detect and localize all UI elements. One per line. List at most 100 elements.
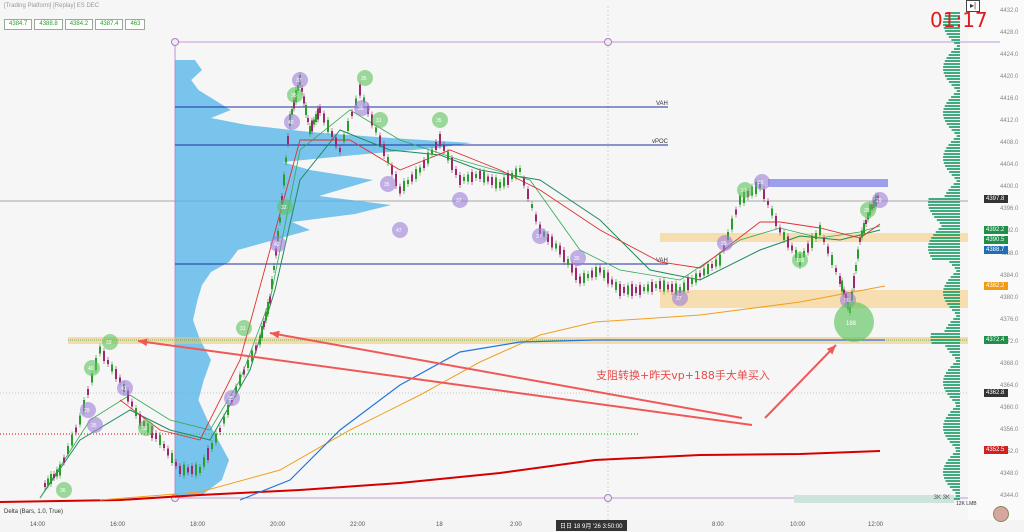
right-volume-bar bbox=[946, 123, 960, 125]
bubble-label: 35 bbox=[721, 241, 727, 247]
candle-body bbox=[583, 273, 585, 283]
right-volume-bar bbox=[943, 294, 960, 296]
candle-body bbox=[163, 444, 165, 448]
right-volume-bar bbox=[935, 231, 960, 233]
bubble-label: 37 bbox=[536, 234, 542, 240]
candle-body bbox=[199, 467, 201, 473]
candle-body bbox=[499, 182, 501, 188]
right-volume-bar bbox=[943, 378, 960, 380]
candle-body bbox=[50, 474, 52, 484]
right-volume-bar bbox=[943, 162, 960, 164]
right-volume-bar bbox=[946, 57, 960, 59]
right-volume-bar bbox=[947, 303, 960, 305]
candle-body bbox=[343, 134, 345, 142]
candle-body bbox=[313, 119, 315, 125]
right-volume-bar bbox=[948, 189, 960, 191]
candle-body bbox=[267, 302, 269, 314]
bubble-label: 35 bbox=[291, 93, 297, 99]
right-volume-bar bbox=[943, 153, 960, 155]
candle-body bbox=[423, 160, 425, 168]
candle-body bbox=[359, 84, 361, 96]
right-volume-bar bbox=[945, 417, 960, 419]
price-tick: 4424.0 bbox=[1000, 51, 1019, 58]
right-volume-bar bbox=[944, 420, 960, 422]
right-volume-bar bbox=[946, 102, 960, 104]
right-volume-bar bbox=[950, 456, 960, 458]
candle-body bbox=[595, 267, 597, 277]
candle-body bbox=[187, 467, 189, 473]
candle-body bbox=[135, 408, 137, 416]
price-tick: 4356.0 bbox=[1000, 427, 1019, 434]
candle-body bbox=[643, 287, 645, 291]
candle-body bbox=[47, 478, 49, 486]
right-volume-bar bbox=[955, 495, 960, 497]
right-volume-bar bbox=[945, 165, 960, 167]
candle-body bbox=[247, 360, 249, 368]
candle-body bbox=[791, 245, 793, 251]
candle-body bbox=[555, 243, 557, 249]
price-tick: 4348.0 bbox=[1000, 471, 1019, 478]
right-volume-bar bbox=[948, 144, 960, 146]
right-volume-bar bbox=[947, 483, 960, 485]
price-tick: 4432.0 bbox=[1000, 7, 1019, 14]
right-volume-bar bbox=[950, 366, 960, 368]
right-volume-bar bbox=[955, 492, 960, 494]
right-volume-bar bbox=[950, 186, 960, 188]
price-chart[interactable]: VAHvPOCVAH3635294033413235314232354037 35… bbox=[0, 0, 1024, 532]
candle-body bbox=[647, 284, 649, 292]
chart-area[interactable]: VAH vPOC VAH 36 35 29 40 33 41 32 35 31 42 32 35 40 37 35… bbox=[0, 0, 1024, 532]
candle-body bbox=[383, 144, 385, 156]
candle-body bbox=[531, 204, 533, 208]
candle-body bbox=[347, 121, 349, 131]
right-volume-bar bbox=[951, 174, 960, 176]
candle-body bbox=[865, 220, 867, 224]
right-volume-bar bbox=[944, 375, 960, 377]
candle-body bbox=[56, 469, 58, 477]
candle-body bbox=[691, 278, 693, 284]
time-axis[interactable]: 14:00 16:00 18:00 20:00 22:00 18 2:00 8:… bbox=[0, 520, 1024, 532]
bubble-label: 42 bbox=[274, 242, 280, 248]
right-volume-bar bbox=[943, 423, 960, 425]
right-volume-bar bbox=[949, 306, 960, 308]
quote-boxes: 4384.7 4388.8 4384.2 4387.4 463 bbox=[4, 19, 146, 30]
candle-body bbox=[285, 157, 287, 163]
candle-body bbox=[103, 351, 105, 361]
right-volume-bar bbox=[943, 471, 960, 473]
candle-body bbox=[431, 149, 433, 155]
price-tick: 4408.0 bbox=[1000, 140, 1019, 147]
bubble-label: 37 bbox=[296, 78, 302, 84]
right-volume-bar bbox=[945, 480, 960, 482]
right-volume-bar bbox=[943, 117, 960, 119]
quote-high: 4388.8 bbox=[34, 19, 63, 30]
bubble-label: 41 bbox=[121, 386, 127, 392]
right-volume-bar bbox=[951, 264, 960, 266]
candle-body bbox=[515, 168, 517, 178]
session-handle bbox=[604, 38, 612, 46]
right-volume-bar bbox=[932, 258, 960, 260]
candle-body bbox=[439, 134, 441, 146]
candle-body bbox=[857, 249, 859, 259]
right-volume-bar bbox=[928, 207, 960, 209]
time-tick: 14:00 bbox=[30, 522, 46, 528]
candle-body bbox=[131, 401, 133, 407]
right-volume-bar bbox=[945, 462, 960, 464]
right-volume-bar bbox=[928, 201, 960, 203]
right-volume-bar bbox=[943, 156, 960, 158]
right-volume-bar bbox=[944, 75, 960, 77]
bubble-label: 35 bbox=[864, 208, 870, 214]
right-volume-bar bbox=[945, 345, 960, 347]
right-volume-bar bbox=[951, 39, 960, 41]
candle-body bbox=[455, 169, 457, 175]
right-volume-bar bbox=[956, 180, 960, 182]
candle-body bbox=[599, 267, 601, 273]
price-tick: 4380.0 bbox=[1000, 294, 1019, 301]
right-volume-bar bbox=[953, 183, 960, 185]
candle-body bbox=[783, 232, 785, 240]
candle-body bbox=[391, 165, 393, 175]
vpoc-label: vPOC bbox=[652, 139, 669, 145]
candle-body bbox=[415, 169, 417, 179]
right-volume-bar bbox=[952, 309, 960, 311]
candle-body bbox=[731, 218, 733, 230]
right-volume-bar bbox=[943, 63, 960, 65]
right-volume-bar bbox=[947, 393, 960, 395]
